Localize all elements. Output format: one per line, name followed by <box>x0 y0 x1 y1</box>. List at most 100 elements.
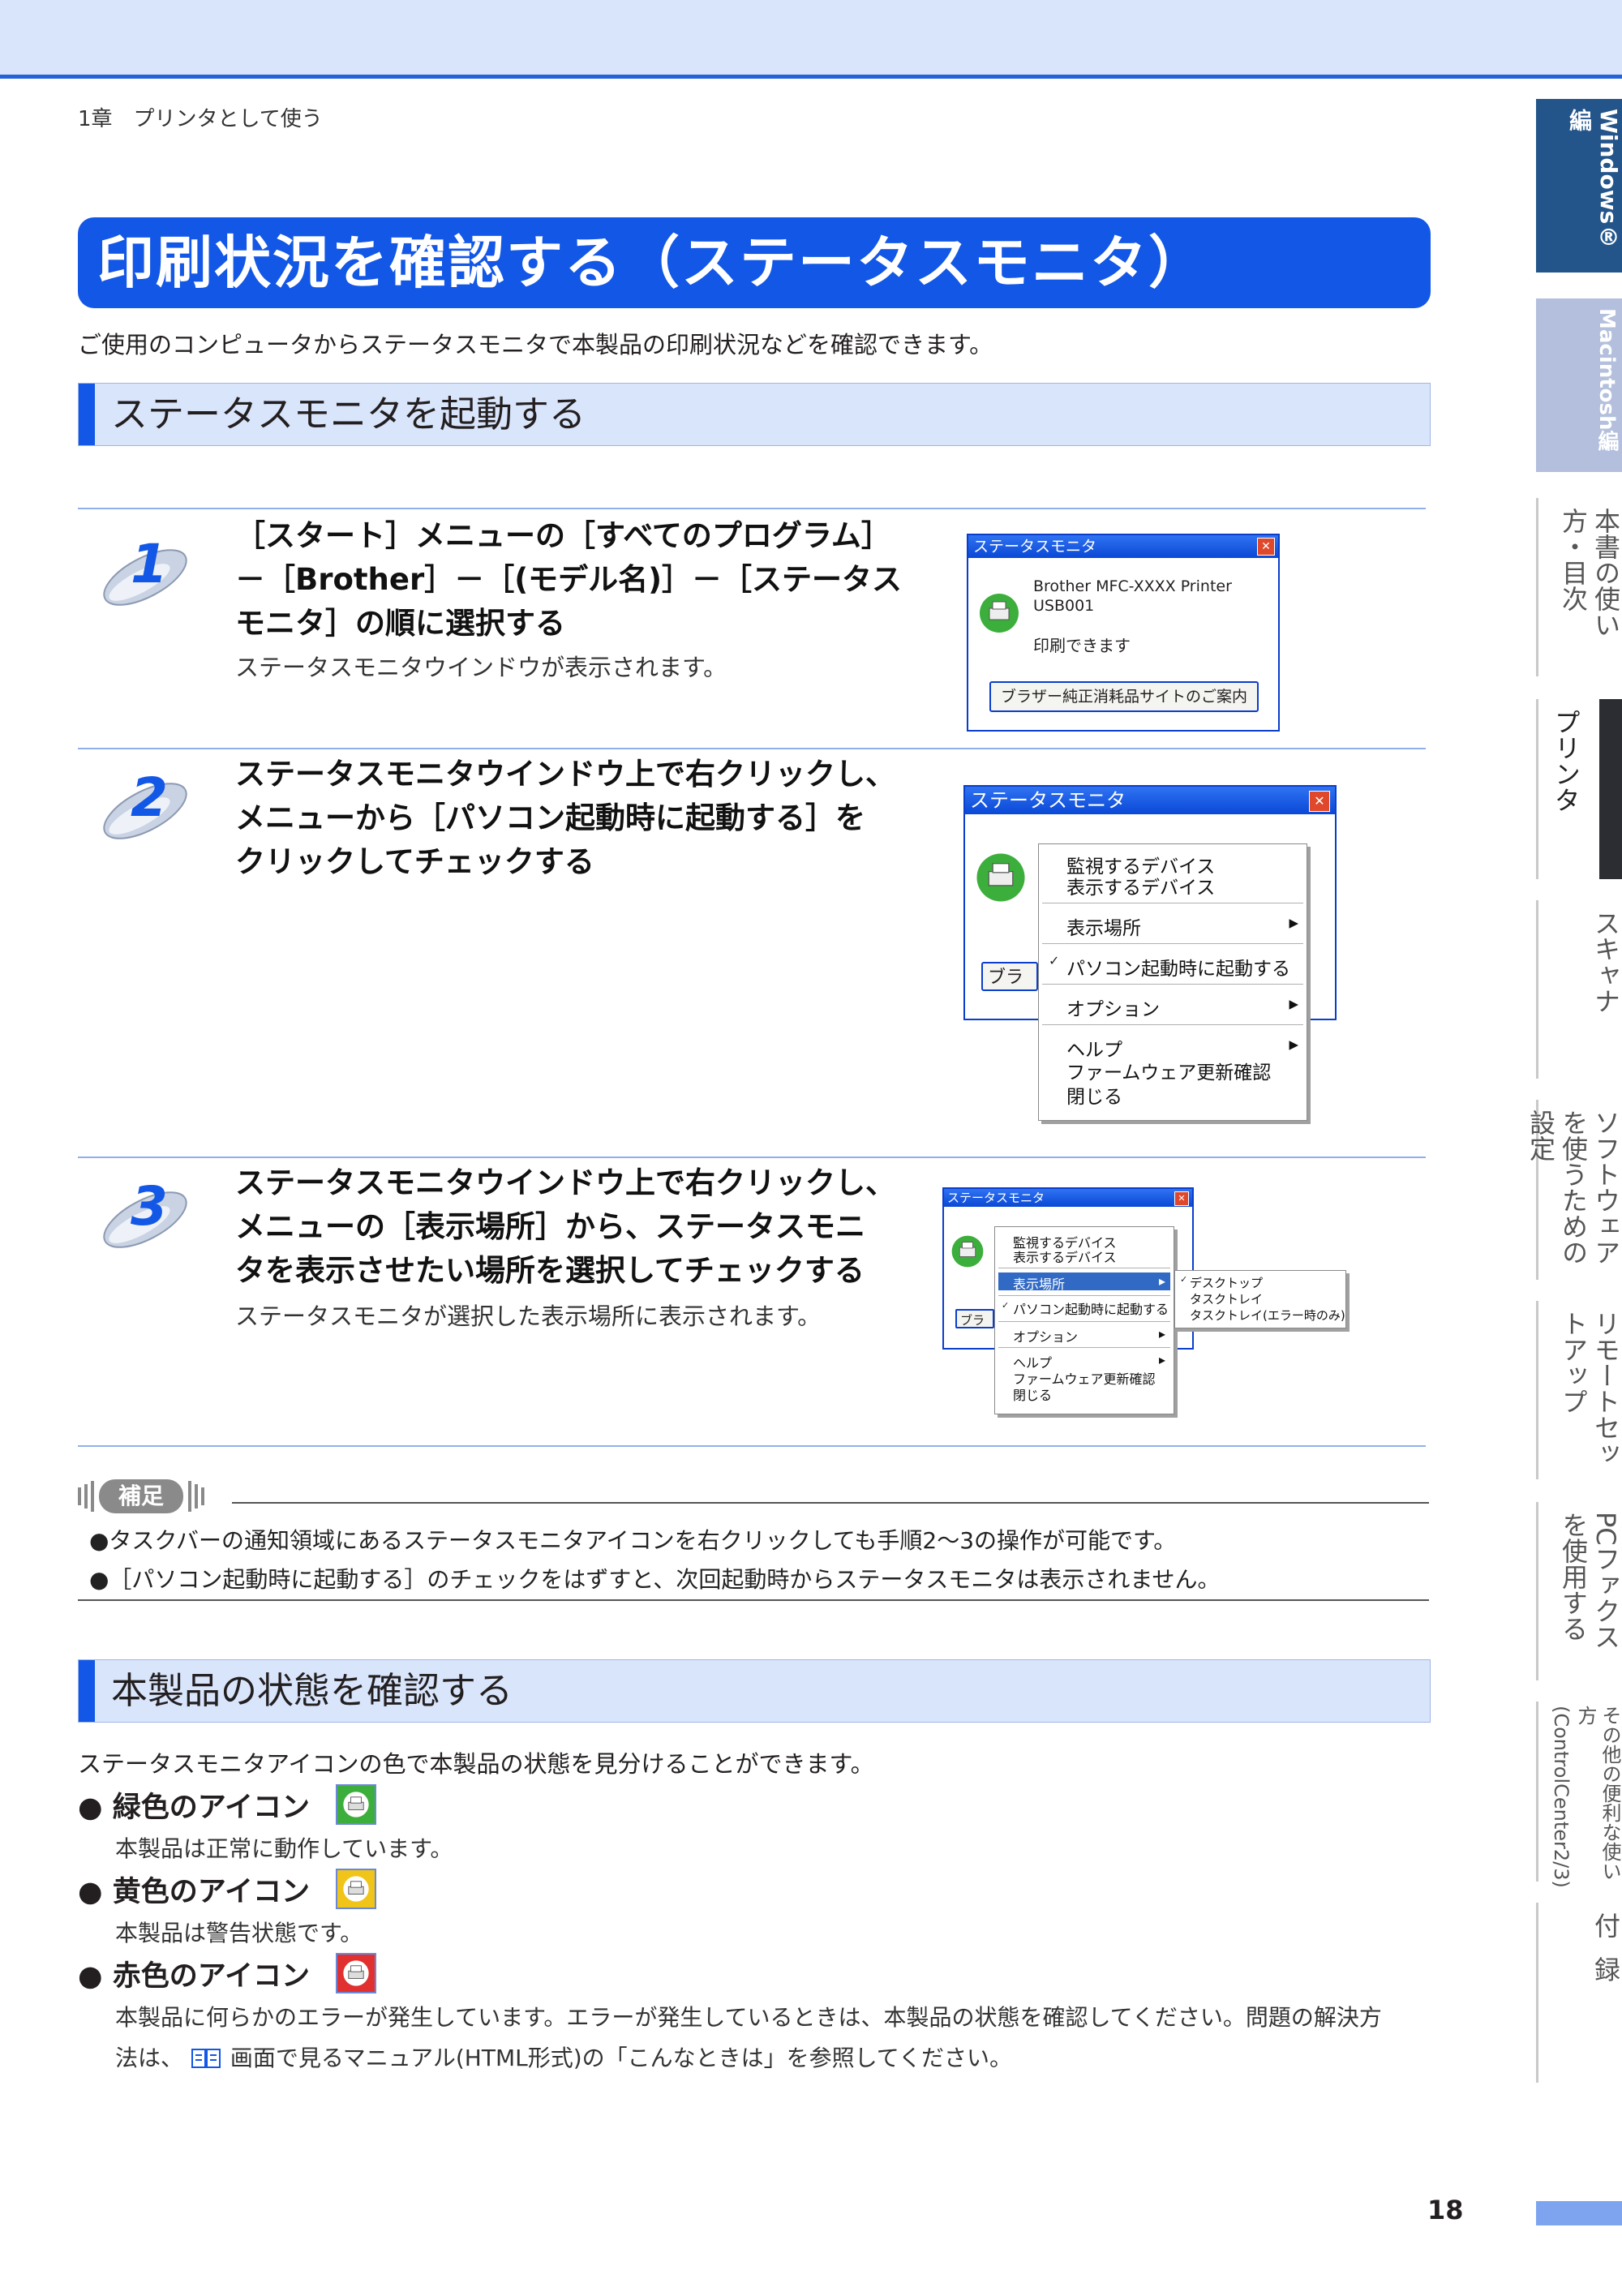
red-icon-heading: ● 赤色のアイコン <box>78 1953 310 1994</box>
step-1-number: 1 <box>131 533 168 595</box>
step-1-badge: 1 <box>103 533 187 606</box>
tab-label: 付録 <box>1590 1912 1621 2000</box>
step-2-line: クリックしてチェックする <box>235 844 594 879</box>
check-icon: ✓ <box>1049 953 1060 968</box>
window-titlebar: ステータスモニタ <box>965 787 1335 814</box>
printer-status-icon <box>976 853 1025 902</box>
submenu-item-tasktray[interactable]: タスクトレイ <box>1190 1290 1263 1307</box>
step-divider <box>78 748 1426 749</box>
close-icon[interactable]: ✕ <box>1174 1191 1189 1206</box>
menu-separator <box>1042 943 1303 944</box>
supplies-site-button[interactable]: ブラ <box>955 1309 994 1328</box>
menu-item-launch-at-startup[interactable]: パソコン起動時に起動する <box>1066 953 1290 981</box>
status-intro: ステータスモニタアイコンの色で本製品の状態を見分けることができます。 <box>78 1750 874 1778</box>
submenu-item-desktop[interactable]: デスクトップ <box>1190 1274 1263 1291</box>
step-3-number: 3 <box>131 1175 168 1238</box>
html-manual-icon[interactable] <box>191 2046 223 2072</box>
step-3-text: ステータスモニタウインドウ上で右クリックし、 メニューの［表示場所］から、ステー… <box>235 1161 895 1293</box>
step-divider <box>78 1157 1426 1158</box>
printer-status-icon <box>951 1235 984 1268</box>
tab-label: スキャナ <box>1590 910 1621 1014</box>
submenu-item-tasktray-error[interactable]: タスクトレイ(エラー時のみ) <box>1190 1307 1345 1324</box>
location-submenu: ✓ デスクトップ タスクトレイ タスクトレイ(エラー時のみ) <box>1174 1270 1346 1328</box>
red-icon-label: 赤色のアイコン <box>112 1960 310 1993</box>
step-2-badge: 2 <box>103 766 187 839</box>
tab-label: その他の便利な使い方(ControlCenter2/3) <box>1550 1705 1621 1888</box>
menu-separator <box>1042 984 1303 985</box>
menu-item-options[interactable]: オプション <box>1013 1326 1078 1345</box>
chapter-label: 1章 プリンタとして使う <box>78 107 323 131</box>
submenu-arrow-icon: ▸ <box>1289 994 1298 1015</box>
red-desc-pre: 法は、 <box>115 2045 184 2071</box>
step-divider <box>78 508 1426 509</box>
context-menu: 監視するデバイス 表示するデバイス 表示場所 ▸ ✓ パソコン起動時に起動する … <box>1038 843 1307 1121</box>
device-port: USB001 <box>1033 597 1095 615</box>
tab-remote-setup[interactable]: リモートセットアップ <box>1536 1301 1622 1479</box>
step-1-text: ［スタート］メニューの［すべてのプログラム］ －［Brother］－［(モデル名… <box>235 514 902 646</box>
menu-item-close[interactable]: 閉じる <box>1066 1081 1122 1109</box>
menu-item-launch-at-startup[interactable]: パソコン起動時に起動する <box>1013 1298 1169 1318</box>
step-1-line: ［スタート］メニューの［すべてのプログラム］ <box>235 518 891 553</box>
device-status: 印刷できます <box>1033 636 1131 655</box>
close-icon[interactable]: ✕ <box>1257 538 1275 556</box>
submenu-arrow-icon: ▸ <box>1289 1034 1298 1055</box>
note-label-text: 補足 <box>118 1483 164 1509</box>
menu-separator <box>998 1321 1170 1322</box>
tab-software-settings[interactable]: ソフトウェアを使うための設定 <box>1525 1100 1622 1280</box>
tab-how-to-use[interactable]: 本書の使い方・目次 <box>1536 498 1622 676</box>
green-icon-label: 緑色のアイコン <box>112 1792 310 1824</box>
menu-item-options[interactable]: オプション <box>1066 994 1160 1021</box>
red-icon-desc: 本製品に何らかのエラーが発生しています。エラーが発生しているときは、本製品の状態… <box>115 2004 1382 2031</box>
step-1-line: －［Brother］－［(モデル名)］－［ステータス <box>235 562 903 597</box>
top-band <box>0 0 1622 79</box>
menu-item-display-location[interactable]: 表示場所 <box>1013 1273 1065 1293</box>
yellow-status-icon <box>336 1869 376 1909</box>
step-1-subtext: ステータスモニタウインドウが表示されます。 <box>235 654 727 681</box>
step-divider <box>78 1445 1426 1447</box>
note-label: 補足 <box>78 1479 204 1513</box>
section-heading-status: 本製品の状態を確認する <box>78 1659 1431 1723</box>
window-titlebar: ステータスモニタ <box>968 535 1278 558</box>
menu-item-display-devices[interactable]: 表示するデバイス <box>1013 1247 1117 1266</box>
tab-other-features[interactable]: その他の便利な使い方(ControlCenter2/3) <box>1536 1702 1622 1888</box>
intro-text: ご使用のコンピュータからステータスモニタで本製品の印刷状況などを確認できます。 <box>78 331 993 358</box>
tab-macintosh[interactable]: Macintosh編 <box>1536 298 1622 472</box>
menu-item-display-devices[interactable]: 表示するデバイス <box>1066 872 1215 899</box>
close-icon[interactable]: ✕ <box>1309 791 1330 812</box>
submenu-arrow-icon: ▸ <box>1289 912 1298 933</box>
device-name: Brother MFC-XXXX Printer <box>1033 577 1232 595</box>
bullet: ● <box>78 1792 103 1824</box>
tab-label: Windows®編 <box>1566 109 1622 251</box>
tab-printer[interactable]: プリンタ <box>1536 699 1622 879</box>
status-monitor-window: ステータスモニタ ✕ Brother MFC-XXXX Printer USB0… <box>967 534 1280 732</box>
menu-separator <box>1042 1024 1303 1025</box>
tab-label: PCファクスを使用する <box>1558 1512 1621 1650</box>
tab-windows[interactable]: Windows®編 <box>1536 99 1622 273</box>
step-3-badge: 3 <box>103 1175 187 1248</box>
yellow-icon-heading: ● 黄色のアイコン <box>78 1869 310 1910</box>
menu-item-display-location[interactable]: 表示場所 <box>1066 912 1141 940</box>
menu-item-close[interactable]: 閉じる <box>1013 1384 1052 1404</box>
context-menu: 監視するデバイス 表示するデバイス 表示場所 ▸ ✓ パソコン起動時に起動する … <box>994 1226 1174 1414</box>
step-3-line: ステータスモニタウインドウ上で右クリックし、 <box>235 1165 895 1200</box>
green-icon-desc: 本製品は正常に動作しています。 <box>115 1835 453 1862</box>
check-icon: ✓ <box>1002 1300 1010 1311</box>
section-heading-label: ステータスモニタを起動する <box>111 393 586 436</box>
tab-scanner[interactable]: スキャナ <box>1536 900 1622 1079</box>
menu-item-firmware-update[interactable]: ファームウェア更新確認 <box>1066 1057 1271 1084</box>
tab-pc-fax[interactable]: PCファクスを使用する <box>1536 1502 1622 1680</box>
heading-bar <box>79 1660 95 1722</box>
page-number: 18 <box>1427 2195 1464 2225</box>
printer-status-icon <box>980 594 1019 633</box>
tab-appendix[interactable]: 付録 <box>1536 1903 1622 2083</box>
check-icon: ✓ <box>1180 1274 1188 1285</box>
window-titlebar: ステータスモニタ <box>944 1189 1192 1207</box>
page-title: 印刷状況を確認する（ステータスモニタ） <box>78 217 1431 308</box>
supplies-site-button[interactable]: ブラザー純正消耗品サイトのご案内 <box>989 681 1259 712</box>
tab-label: 本書の使い方・目次 <box>1558 508 1621 637</box>
red-desc-post: 画面で見るマニュアル(HTML形式)の「こんなときは」を参照してください。 <box>230 2045 1012 2071</box>
note-rule <box>78 1599 1429 1601</box>
step-3-subtext: ステータスモニタが選択した表示場所に表示されます。 <box>235 1302 822 1330</box>
supplies-site-button[interactable]: ブラ <box>981 962 1038 991</box>
bullet: ● <box>78 1960 103 1993</box>
